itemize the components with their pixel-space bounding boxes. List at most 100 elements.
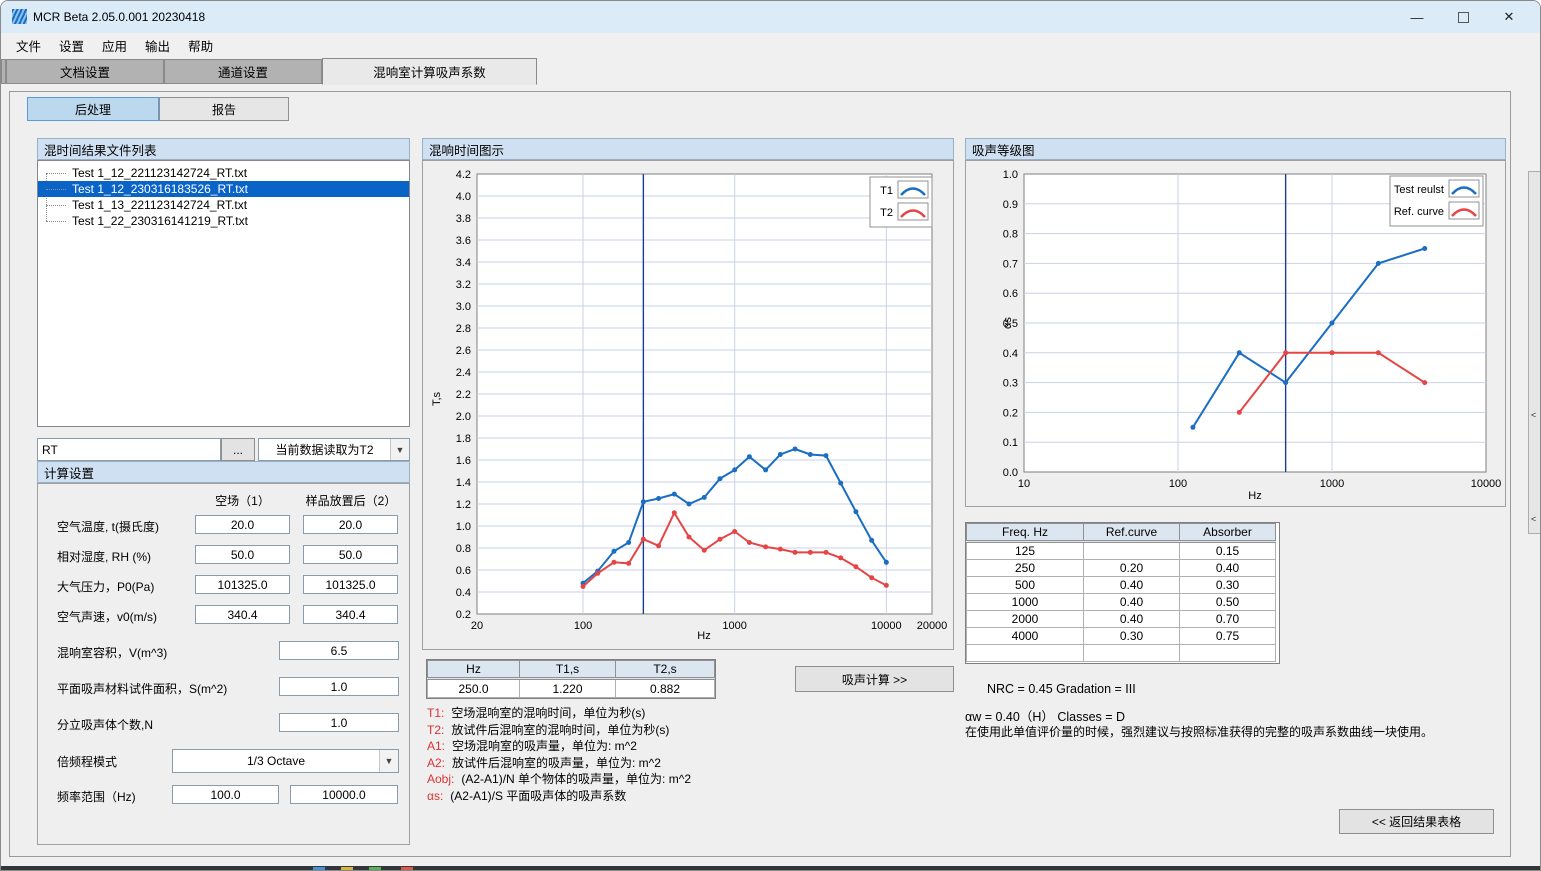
svg-text:0.6: 0.6	[1003, 288, 1018, 300]
svg-text:0.1: 0.1	[1003, 437, 1018, 449]
table-row[interactable]: 1250.15	[967, 542, 1276, 560]
humidity-field2[interactable]: 50.0	[303, 545, 398, 564]
explanation-symbol: A1:	[427, 739, 445, 753]
rt-result-file-list[interactable]: Test 1_12_221123142724_RT.txt Test 1_12_2…	[37, 160, 410, 427]
room-volume-field[interactable]: 6.5	[279, 641, 399, 660]
data-read-dropdown[interactable]: 当前数据读取为T2 ▼	[258, 438, 410, 461]
symbol-explanations: T1:空场混响室的混响时间，单位为秒(s)T2:放试件后混响室的混响时间，单位为…	[427, 705, 691, 804]
table-cell: 250	[967, 560, 1084, 577]
table-cell: 4000	[967, 628, 1084, 645]
table-row[interactable]: 10000.400.50	[967, 594, 1276, 611]
tab-1[interactable]: 文档设置	[6, 59, 164, 84]
air-temp-field2[interactable]: 20.0	[303, 515, 398, 534]
maximize-button[interactable]	[1440, 1, 1486, 33]
tree-branch-icon	[46, 189, 66, 190]
explanation-text: 空场混响室的吸声量，单位为: m^2	[452, 739, 637, 753]
browse-button[interactable]: ...	[221, 438, 255, 461]
svg-text:1000: 1000	[1320, 478, 1344, 490]
svg-text:Ref. curve: Ref. curve	[1394, 206, 1444, 218]
minimize-button[interactable]: —	[1394, 1, 1440, 33]
sound-speed-field2[interactable]: 340.4	[303, 605, 398, 624]
tree-branch-icon	[46, 205, 66, 206]
sample-area-field[interactable]: 1.0	[279, 677, 399, 696]
svg-text:10: 10	[1018, 478, 1030, 490]
label-freq-range: 频率范围（Hz)	[57, 788, 136, 805]
menu-item-2[interactable]: 设置	[51, 34, 92, 57]
table-row[interactable]	[967, 645, 1276, 662]
air-temp-field1[interactable]: 20.0	[195, 515, 290, 534]
svg-text:0.8: 0.8	[1003, 229, 1018, 241]
humidity-field1[interactable]: 50.0	[195, 545, 290, 564]
taskbar-icon	[401, 867, 413, 871]
file-list-item[interactable]: Test 1_12_221123142724_RT.txt	[38, 165, 409, 181]
col1-header: 空场（1）	[195, 492, 290, 509]
explanation-line: Aobj: (A2-A1)/N 单个物体的吸声量，单位为: m^2	[427, 771, 691, 788]
tab-3[interactable]: 混响室计算吸声系数	[322, 58, 537, 85]
file-list-item[interactable]: Test 1_22_230316141219_RT.txt	[38, 213, 409, 229]
main-panel: 后处理报告 混时间结果文件列表 Test 1_12_221123142724_R…	[9, 91, 1511, 857]
file-name: Test 1_13_221123142724_RT.txt	[72, 198, 247, 212]
rt-chart: 0.20.40.60.81.01.21.41.61.82.02.22.42.62…	[423, 161, 953, 649]
data-read-dropdown-value: 当前数据读取为T2	[259, 441, 390, 458]
table-row[interactable]: 40000.300.75	[967, 628, 1276, 645]
absorber-count-field[interactable]: 1.0	[279, 713, 399, 732]
absorb-calc-button[interactable]: 吸声计算 >>	[795, 666, 954, 692]
collapse-left-icon[interactable]: <	[1531, 410, 1536, 420]
menu-item-1[interactable]: 文件	[8, 34, 49, 57]
freq-to-field[interactable]: 10000.0	[290, 785, 398, 804]
table-cell	[1084, 645, 1180, 662]
app-window: MCR Beta 2.05.0.001 20230418 — ✕ 文件设置应用输…	[0, 0, 1541, 871]
pressure-field1[interactable]: 101325.0	[195, 575, 290, 594]
back-to-results-button[interactable]: << 返回结果表格	[1339, 809, 1494, 834]
menu-item-5[interactable]: 帮助	[180, 34, 221, 57]
table-row[interactable]: 250.01.2200.882	[428, 679, 715, 698]
octave-mode-dropdown[interactable]: 1/3 Octave▼	[172, 749, 399, 773]
taskbar-icon	[341, 867, 353, 871]
explanation-line: T1:空场混响室的混响时间，单位为秒(s)	[427, 705, 691, 722]
chevron-down-icon: ▼	[390, 439, 409, 460]
explanation-text: (A2-A1)/N 单个物体的吸声量，单位为: m^2	[461, 772, 691, 786]
explanation-symbol: Aobj:	[427, 772, 454, 786]
svg-text:10000: 10000	[871, 620, 902, 632]
menu-bar: 文件设置应用输出帮助	[1, 33, 1540, 57]
svg-text:1.6: 1.6	[456, 455, 471, 467]
svg-text:10000: 10000	[1471, 478, 1502, 490]
file-list-item[interactable]: Test 1_12_230316183526_RT.txt	[38, 181, 409, 197]
freq-from-field[interactable]: 100.0	[172, 785, 279, 804]
sound-speed-field1[interactable]: 340.4	[195, 605, 290, 624]
chevron-down-icon: ▼	[379, 750, 398, 772]
table-cell: 125	[967, 542, 1084, 560]
collapse-splitter[interactable]: < <	[1528, 171, 1541, 534]
explanation-symbol: A2:	[427, 756, 445, 770]
svg-text:Test reulst: Test reulst	[1394, 184, 1444, 196]
table-cell	[1084, 542, 1180, 560]
file-list-item[interactable]: Test 1_13_221123142724_RT.txt	[38, 197, 409, 213]
menu-item-3[interactable]: 应用	[94, 34, 135, 57]
table-row[interactable]: 20000.400.70	[967, 611, 1276, 628]
col2-header: 样品放置后（2）	[291, 492, 411, 509]
table-cell: 0.40	[1180, 560, 1276, 577]
subtab-2[interactable]: 报告	[159, 97, 289, 121]
file-name: Test 1_12_221123142724_RT.txt	[72, 166, 247, 180]
close-button[interactable]: ✕	[1486, 1, 1532, 33]
pressure-field2[interactable]: 101325.0	[303, 575, 398, 594]
file-name: Test 1_12_230316183526_RT.txt	[72, 182, 248, 196]
explanation-symbol: T1:	[427, 706, 444, 720]
table-cell: 0.40	[1084, 611, 1180, 628]
column-header: T1,s	[520, 661, 616, 679]
svg-text:1.0: 1.0	[456, 521, 471, 533]
svg-text:0.4: 0.4	[1003, 348, 1018, 360]
table-row[interactable]: 2500.200.40	[967, 560, 1276, 577]
label-room-volume: 混响室容积，V(m^3)	[57, 644, 167, 661]
table-row[interactable]: 5000.400.30	[967, 577, 1276, 594]
grade-chart-header: 吸声等级图	[965, 138, 1506, 160]
svg-text:1.0: 1.0	[1003, 169, 1018, 181]
file-name: Test 1_22_230316141219_RT.txt	[72, 214, 248, 228]
label-sound-speed: 空气声速，v0(m/s)	[57, 608, 157, 625]
tab-2[interactable]: 通道设置	[164, 59, 322, 84]
subtab-1[interactable]: 后处理	[27, 97, 159, 121]
collapse-left-icon-2[interactable]: <	[1531, 514, 1536, 524]
table-cell: 0.20	[1084, 560, 1180, 577]
rt-keyword-input[interactable]	[37, 438, 221, 461]
menu-item-4[interactable]: 输出	[137, 34, 178, 57]
